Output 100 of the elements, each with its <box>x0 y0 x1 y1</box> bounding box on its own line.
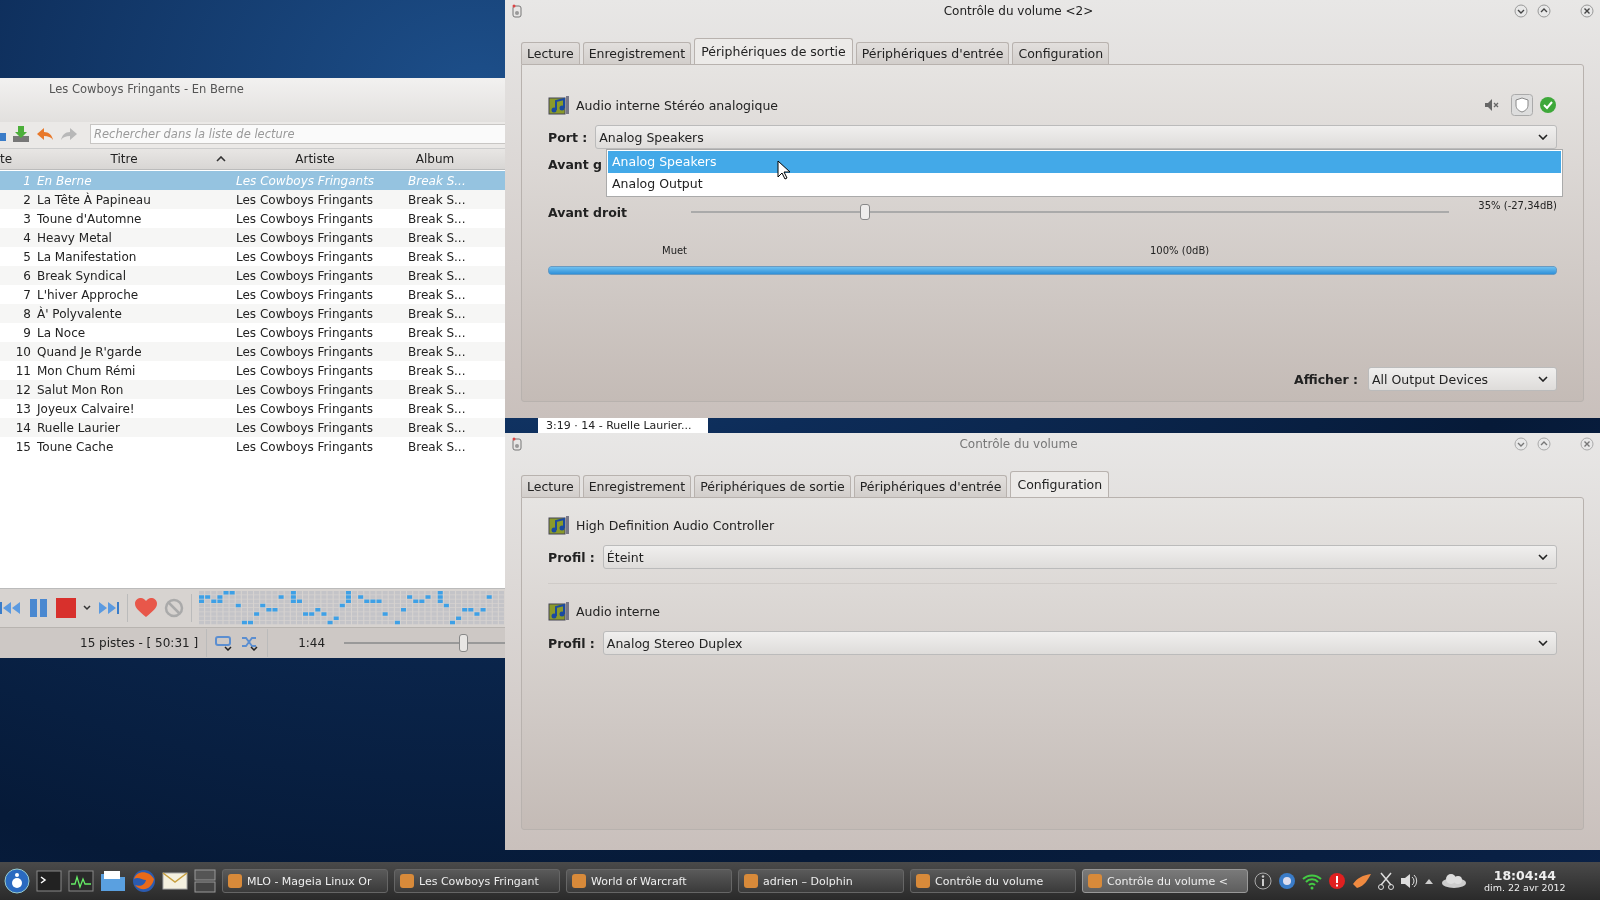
profile-dropdown[interactable]: Éteint <box>602 545 1557 569</box>
playlist-row[interactable]: 2 La Tête À Papineau Les Cowboys Fringants Break S... <box>0 190 505 209</box>
playlist-row[interactable]: 10 Quand Je R'garde Les Cowboys Fringants Break S... <box>0 342 505 361</box>
playlist-row[interactable]: 9 La Noce Les Cowboys Fringants Break S... <box>0 323 505 342</box>
slider-handle[interactable] <box>459 634 469 652</box>
speaker-icon[interactable] <box>1400 873 1418 889</box>
sound-card-icon <box>548 514 570 536</box>
check-icon[interactable] <box>1539 96 1557 114</box>
warning-icon[interactable] <box>1328 872 1346 890</box>
expand-arrow-icon[interactable] <box>1424 877 1434 885</box>
caret-icon <box>1538 376 1548 382</box>
tick-label: 100% (0dB) <box>1150 245 1210 256</box>
port-dropdown[interactable]: Analog Speakers <box>595 125 1557 149</box>
field-label: Profil : <box>548 549 595 565</box>
device-filter-dropdown[interactable]: All Output Devices <box>1368 367 1557 391</box>
search-field[interactable]: Rechercher dans la liste de lecture <box>90 124 505 144</box>
taskbar-button[interactable]: Les Cowboys Fringant <box>394 869 560 893</box>
taskbar-button[interactable]: Contrôle du volume <box>910 869 1076 893</box>
column-header[interactable]: te <box>0 152 34 166</box>
window-icon <box>572 874 586 888</box>
caret-icon <box>1538 134 1548 140</box>
column-header[interactable]: Artiste <box>240 152 390 166</box>
window-icon <box>228 874 242 888</box>
clock-date: dim. 22 avr 2012 <box>1484 882 1566 894</box>
shield-icon[interactable] <box>1511 94 1533 116</box>
tab[interactable]: Enregistrement <box>582 42 692 64</box>
close-icon[interactable] <box>1580 437 1594 451</box>
tab[interactable]: Périphériques d'entrée <box>853 475 1008 497</box>
channel-label: Avant droit <box>548 204 627 220</box>
undo-icon[interactable] <box>36 126 54 142</box>
playlist-row[interactable]: 3 Toune d'Automne Les Cowboys Fringants Break S... <box>0 209 505 228</box>
taskbar-button[interactable]: adrien – Dolphin <box>738 869 904 893</box>
start-menu-icon[interactable] <box>4 868 30 894</box>
sort-caret-icon <box>216 156 226 162</box>
pause-icon[interactable] <box>29 598 49 618</box>
download-icon[interactable] <box>12 125 30 143</box>
playlist-row[interactable]: 4 Heavy Metal Les Cowboys Fringants Break S... <box>0 228 505 247</box>
window-title: Contrôle du volume <box>958 437 1079 451</box>
shuffle-icon[interactable] <box>241 635 260 651</box>
playlist-row[interactable]: 15 Toune Cache Les Cowboys Fringants Break S... <box>0 437 505 456</box>
close-icon[interactable] <box>1580 4 1594 18</box>
minimize-icon[interactable] <box>1514 437 1528 451</box>
clock-time: 18:04:44 <box>1493 868 1556 883</box>
window-icon <box>916 874 930 888</box>
sound-card-icon <box>548 94 570 116</box>
info-icon[interactable] <box>1254 872 1272 890</box>
tab[interactable]: Enregistrement <box>582 475 692 497</box>
taskbar-button[interactable]: MLO - Mageia Linux Or <box>222 869 388 893</box>
mail-icon[interactable] <box>162 871 188 891</box>
next-icon[interactable] <box>98 601 120 615</box>
taskbar-button[interactable]: World of Warcraft <box>566 869 732 893</box>
menu-item[interactable]: Analog Output <box>608 173 1561 195</box>
tab[interactable]: Lecture <box>521 42 580 64</box>
maximize-icon[interactable] <box>1537 437 1551 451</box>
playlist-row[interactable]: 6 Break Syndical Les Cowboys Fringants Break S... <box>0 266 505 285</box>
previous-icon[interactable] <box>0 601 22 615</box>
mute-icon[interactable] <box>1484 98 1500 112</box>
pager-icon[interactable] <box>194 869 216 893</box>
heart-icon[interactable] <box>135 598 157 618</box>
device-name: Audio interne <box>576 603 661 619</box>
terminal-icon[interactable] <box>36 870 62 892</box>
wifi-icon[interactable] <box>1302 872 1322 890</box>
playlist-row[interactable]: 5 La Manifestation Les Cowboys Fringants Break S... <box>0 247 505 266</box>
weather-icon[interactable] <box>1440 873 1468 889</box>
tab[interactable]: Périphériques de sortie <box>694 475 851 497</box>
scissors-icon[interactable] <box>1378 872 1394 890</box>
playlist-row[interactable]: 11 Mon Chum Rémi Les Cowboys Fringants Break S... <box>0 361 505 380</box>
tab[interactable]: Configuration <box>1012 42 1110 64</box>
playlist-row[interactable]: 7 L'hiver Approche Les Cowboys Fringants Break S... <box>0 285 505 304</box>
playlist-row[interactable]: 13 Joyeux Calvaire! Les Cowboys Fringants Break S... <box>0 399 505 418</box>
slider-handle[interactable] <box>860 204 871 220</box>
tab[interactable]: Lecture <box>521 475 580 497</box>
sound-card-icon <box>548 600 570 622</box>
minimize-icon[interactable] <box>1514 4 1528 18</box>
tick-label: Muet <box>662 245 688 256</box>
field-label: Port : <box>548 129 588 145</box>
playlist-row[interactable]: 8 À' Polyvalente Les Cowboys Fringants Break S... <box>0 304 505 323</box>
caret-icon[interactable] <box>83 605 91 611</box>
tab[interactable]: Périphériques d'entrée <box>855 42 1010 64</box>
folder-icon[interactable] <box>100 870 126 892</box>
column-header[interactable]: Album <box>400 152 470 166</box>
column-header[interactable]: Titre <box>34 152 214 166</box>
track-count: 15 pistes - [ 50:31 ] <box>80 636 199 650</box>
repeat-icon[interactable] <box>215 635 234 651</box>
tab[interactable]: Configuration <box>1010 471 1110 497</box>
window-icon <box>1088 874 1102 888</box>
tab[interactable]: Périphériques de sortie <box>694 38 853 64</box>
device-name: High Definition Audio Controller <box>576 517 775 533</box>
system-monitor-icon[interactable] <box>68 870 94 892</box>
field-label: Afficher : <box>1294 371 1358 387</box>
browser-icon[interactable] <box>132 869 156 893</box>
taskbar-button[interactable]: Contrôle du volume < <box>1082 869 1248 893</box>
caret-icon <box>1538 554 1548 560</box>
maximize-icon[interactable] <box>1537 4 1551 18</box>
playlist-row[interactable]: 12 Salut Mon Ron Les Cowboys Fringants Break S... <box>0 380 505 399</box>
profile-dropdown[interactable]: Analog Stereo Duplex <box>602 631 1557 655</box>
app-icon <box>511 437 523 451</box>
playlist-row[interactable]: 14 Ruelle Laurier Les Cowboys Fringants Break S... <box>0 418 505 437</box>
track-label: 3:19 · 14 - Ruelle Laurier... <box>546 419 692 432</box>
elapsed-time: 1:44 <box>298 636 327 650</box>
